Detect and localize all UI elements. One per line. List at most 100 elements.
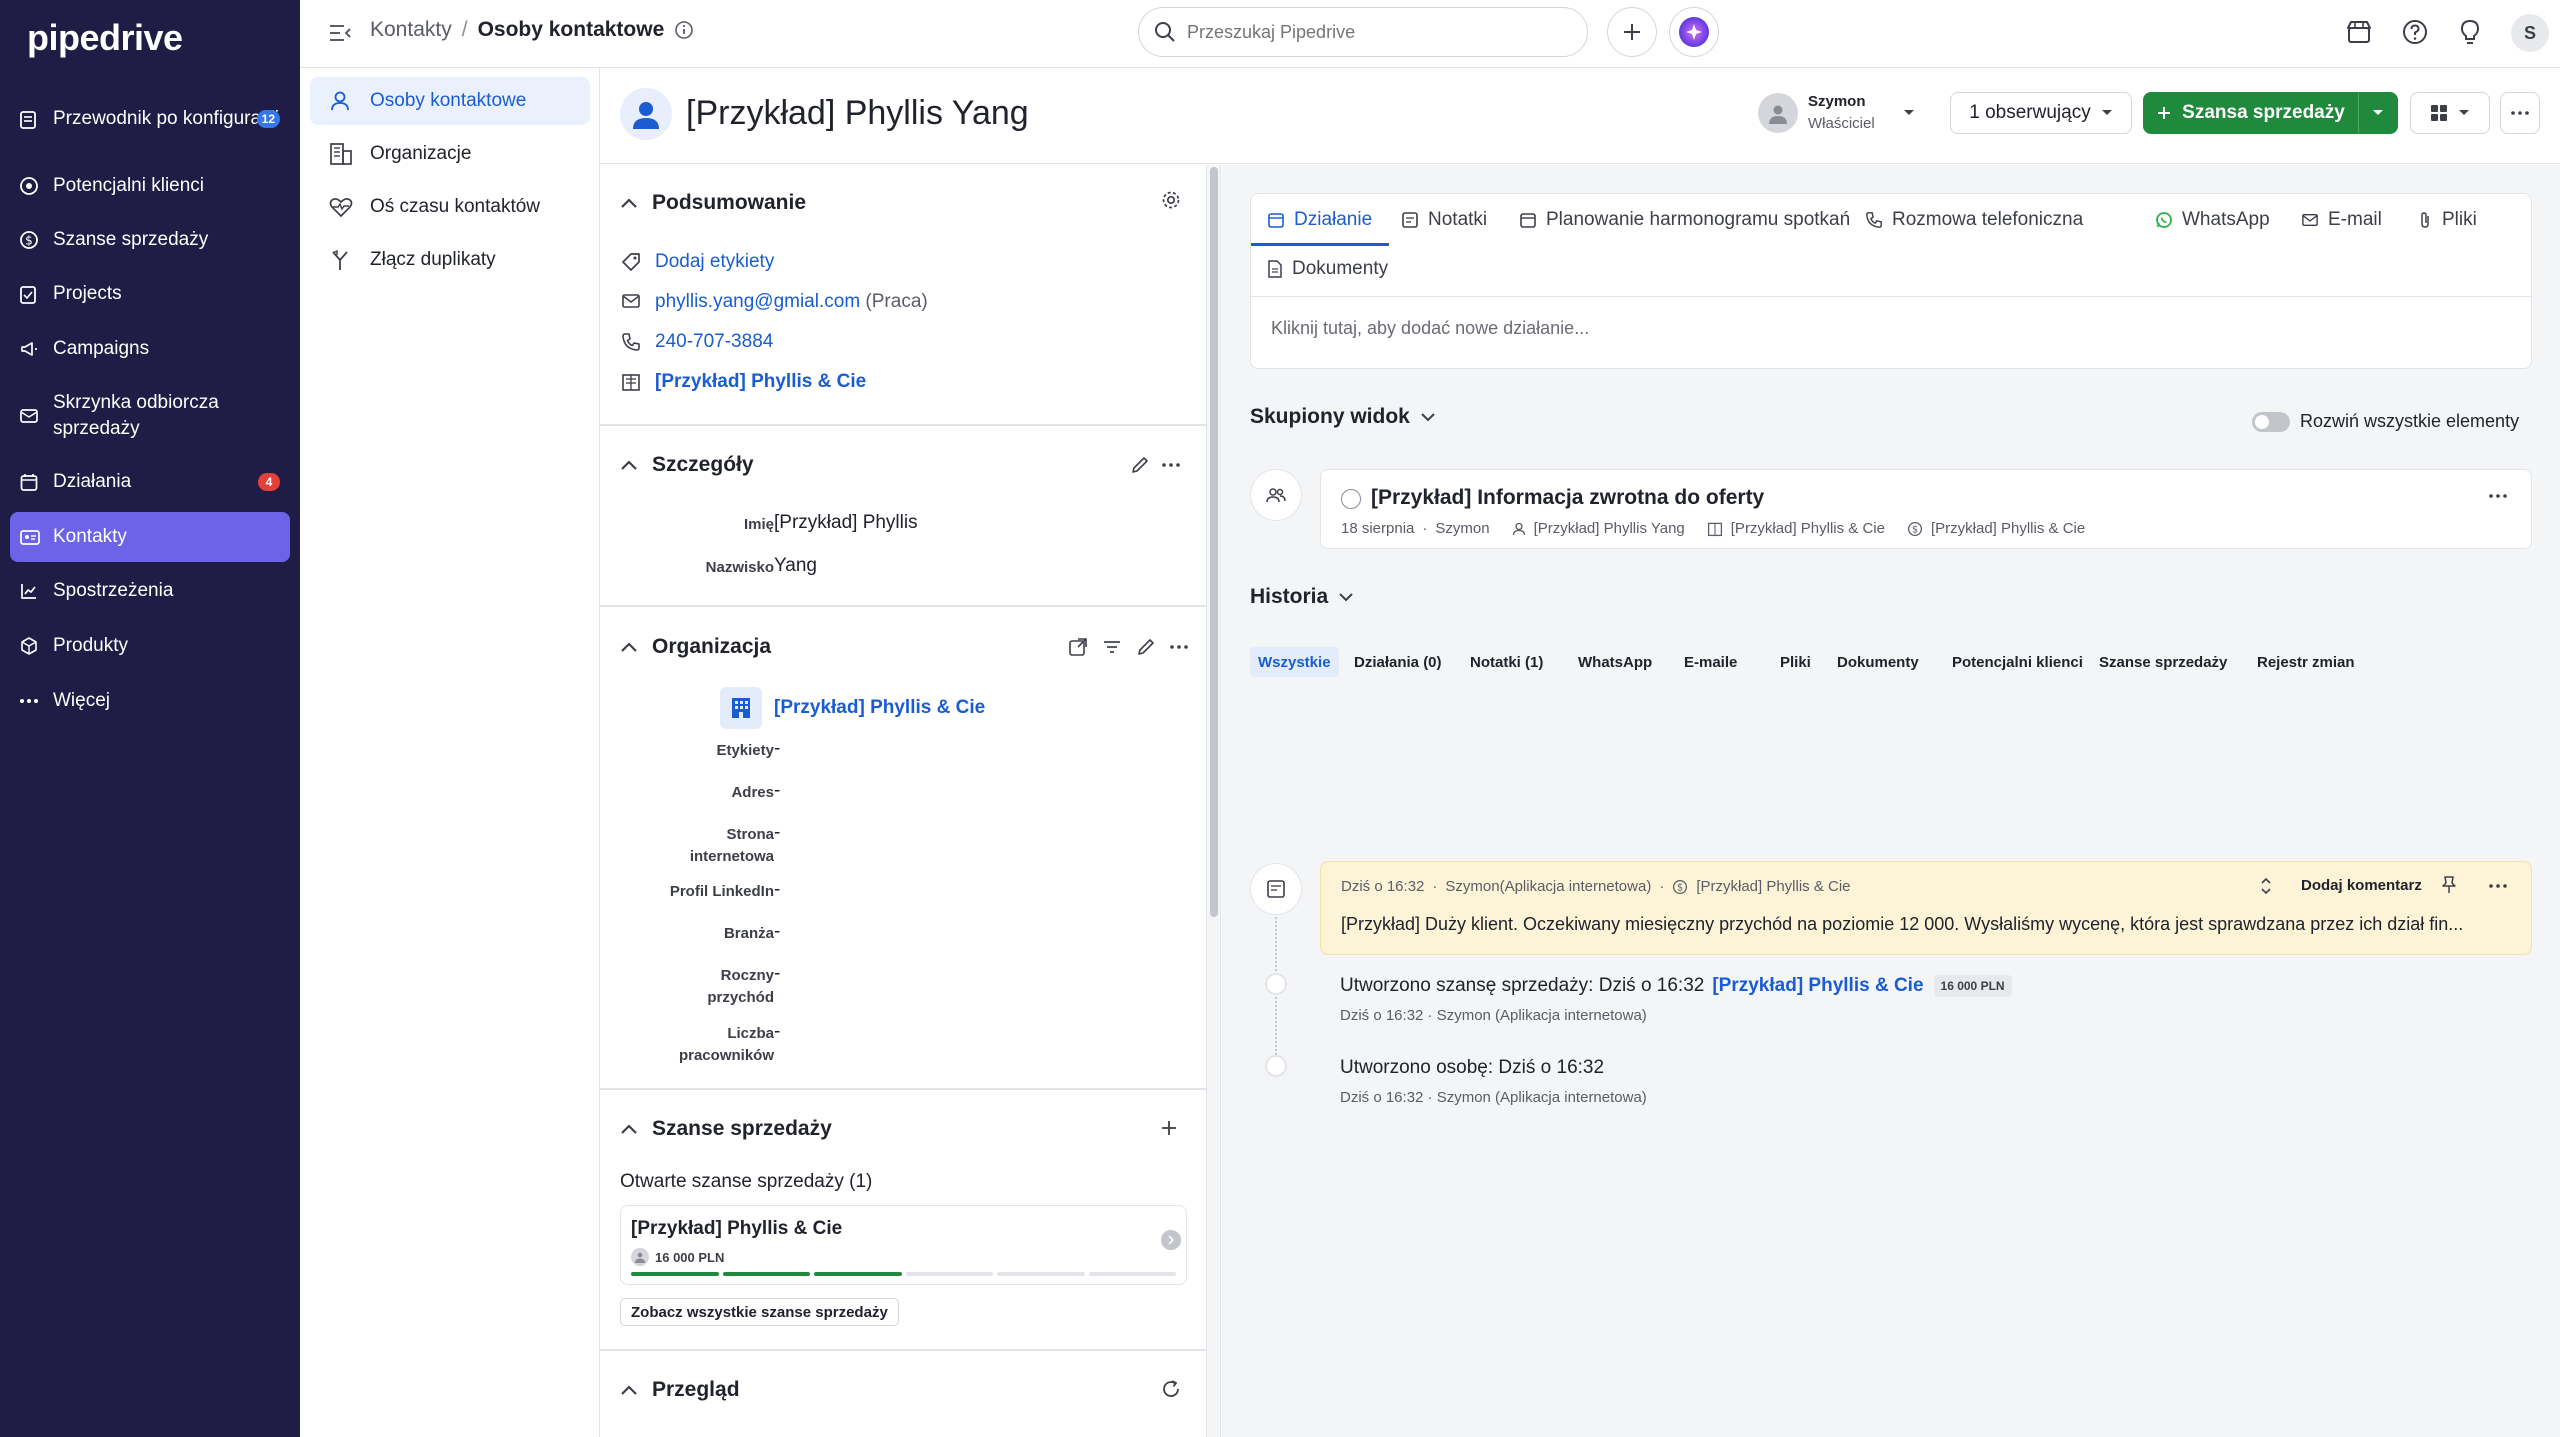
pipedrive-logo[interactable]: pipedrive [27,17,183,59]
nav-item-contacts[interactable]: Kontakty [10,512,290,562]
org-field-value[interactable]: - [774,738,780,760]
collapse-menu-icon[interactable] [328,22,352,44]
activity-done-checkbox[interactable] [1341,489,1361,509]
tab-files[interactable]: Pliki [2417,209,2477,231]
org-field-value[interactable]: - [774,822,780,844]
history-tab-activities[interactable]: Działania (0) [1346,647,1450,677]
activity-deal-link[interactable]: [Przykład] Phyllis & Cie [1931,520,2085,537]
marketplace-icon[interactable] [2345,18,2373,46]
nav-item-deals[interactable]: $ Szanse sprzedaży [10,222,290,258]
note-deal-link[interactable]: [Przykład] Phyllis & Cie [1696,878,1850,895]
open-details-icon[interactable] [1068,637,1088,657]
history-tab-changelog[interactable]: Rejestr zmian [2249,647,2363,677]
deals-section-header[interactable]: Szanse sprzedaży [620,1117,832,1141]
org-field-value[interactable]: - [774,963,780,985]
help-icon[interactable] [2401,18,2429,46]
search-bar[interactable] [1138,7,1588,57]
add-deal-button[interactable]: Szansa sprzedaży [2143,92,2358,134]
org-field-value[interactable]: - [774,780,780,802]
nav-item-more[interactable]: Więcej [10,683,290,719]
tab-whatsapp[interactable]: WhatsApp [2155,209,2270,231]
add-comment-button[interactable]: Dodaj komentarz [2301,877,2422,894]
refresh-icon[interactable] [1160,1378,1182,1400]
pin-icon[interactable] [2441,875,2457,895]
org-field-value[interactable]: - [774,1021,780,1043]
overview-section-header[interactable]: Przegląd [620,1378,740,1402]
owner-selector[interactable]: Szymon Właściciel [1758,91,1915,135]
nav-item-projects[interactable]: Projects [10,276,290,312]
edit-pencil-icon[interactable] [1130,455,1150,475]
organization-link[interactable]: [Przykład] Phyllis & Cie [655,371,866,393]
history-tab-whatsapp[interactable]: WhatsApp [1570,647,1660,677]
lightbulb-icon[interactable] [2456,18,2484,46]
focus-activity-card[interactable]: [Przykład] Informacja zwrotna do oferty … [1320,469,2532,549]
history-tab-leads[interactable]: Potencjalni klienci [1944,647,2091,677]
filter-icon[interactable] [1102,638,1122,656]
org-field-value[interactable]: - [774,921,780,943]
add-deal-plus-icon[interactable] [1160,1119,1178,1137]
history-toggle[interactable]: Historia [1250,585,1354,609]
org-field-value[interactable]: - [774,879,780,901]
layout-switcher-button[interactable] [2410,92,2490,134]
add-labels-link[interactable]: Dodaj etykiety [655,251,774,273]
tab-scheduler[interactable]: Planowanie harmonogramu spotkań [1519,209,1850,231]
field-value-first-name[interactable]: [Przykład] Phyllis [774,512,918,534]
history-tab-documents[interactable]: Dokumenty [1829,647,1927,677]
history-tab-emails[interactable]: E-maile [1676,647,1745,677]
scrollbar-thumb[interactable] [1210,167,1218,917]
nav-item-campaigns[interactable]: Campaigns [10,331,290,367]
details-section-header[interactable]: Szczegóły [620,453,754,477]
expand-collapse-icon[interactable] [2259,876,2273,896]
history-tab-files[interactable]: Pliki [1772,647,1819,677]
quick-add-button[interactable] [1607,7,1657,57]
person-name[interactable]: [Przykład] Phyllis Yang [686,94,1029,133]
summary-section-header[interactable]: Podsumowanie [620,191,806,215]
subnav-item-organizations[interactable]: Organizacje [310,130,590,178]
nav-item-products[interactable]: Produkty [10,628,290,664]
new-activity-placeholder[interactable]: Kliknij tutaj, aby dodać nowe działanie.… [1271,318,1589,339]
details-scrollbar[interactable] [1207,165,1221,1437]
breadcrumb-contacts[interactable]: Kontakty [370,18,452,42]
user-avatar[interactable]: S [2511,14,2549,52]
tab-documents[interactable]: Dokumenty [1267,258,1388,280]
focus-view-toggle[interactable]: Skupiony widok [1250,405,1436,429]
add-deal-dropdown[interactable] [2358,92,2398,134]
more-actions-button[interactable] [2500,92,2540,134]
activity-person-link[interactable]: [Przykład] Phyllis Yang [1534,520,1685,537]
settings-gear-icon[interactable] [1160,189,1182,211]
email-link[interactable]: phyllis.yang@gmial.com [655,291,860,312]
info-icon[interactable] [674,20,694,40]
more-icon[interactable] [1170,645,1188,649]
event-deal-link[interactable]: [Przykład] Phyllis & Cie [1712,975,1923,997]
ai-assistant-button[interactable] [1669,7,1719,57]
nav-item-insights[interactable]: Spostrzeżenia [10,573,290,609]
more-icon[interactable] [2489,884,2507,888]
deal-card-title[interactable]: [Przykład] Phyllis & Cie [631,1218,842,1240]
toggle-switch[interactable] [2252,411,2290,432]
nav-item-sales-inbox[interactable]: Skrzynka odbiorcza sprzedaży [10,385,290,447]
history-tab-all[interactable]: Wszystkie [1250,647,1339,677]
person-avatar[interactable] [620,88,672,140]
tab-email[interactable]: E-mail [2301,209,2382,231]
more-icon[interactable] [2489,494,2507,498]
subnav-item-people[interactable]: Osoby kontaktowe [310,77,590,125]
edit-pencil-icon[interactable] [1136,637,1156,657]
followers-button[interactable]: 1 obserwujący [1950,92,2132,134]
expand-all-toggle[interactable]: Rozwiń wszystkie elementy [2252,411,2519,432]
see-all-deals-button[interactable]: Zobacz wszystkie szanse sprzedaży [620,1298,899,1326]
nav-item-activities[interactable]: Działania 4 [10,464,290,500]
chevron-right-icon[interactable] [1161,1230,1181,1250]
tab-call[interactable]: Rozmowa telefoniczna [1865,209,2083,231]
history-tab-deals[interactable]: Szanse sprzedaży [2091,647,2235,677]
history-tab-notes[interactable]: Notatki (1) [1462,647,1551,677]
organization-section-header[interactable]: Organizacja [620,635,771,659]
search-input[interactable] [1187,21,1587,43]
field-value-last-name[interactable]: Yang [774,555,817,577]
organization-name-link[interactable]: [Przykład] Phyllis & Cie [774,697,985,719]
activity-title[interactable]: [Przykład] Informacja zwrotna do oferty [1371,486,1764,510]
phone-link[interactable]: 240-707-3884 [655,331,773,353]
tab-notes[interactable]: Notatki [1401,209,1487,231]
note-card[interactable]: Dziś o 16:32 · Szymon(Aplikacja internet… [1320,861,2532,955]
more-icon[interactable] [1162,463,1180,467]
activity-org-link[interactable]: [Przykład] Phyllis & Cie [1731,520,1885,537]
